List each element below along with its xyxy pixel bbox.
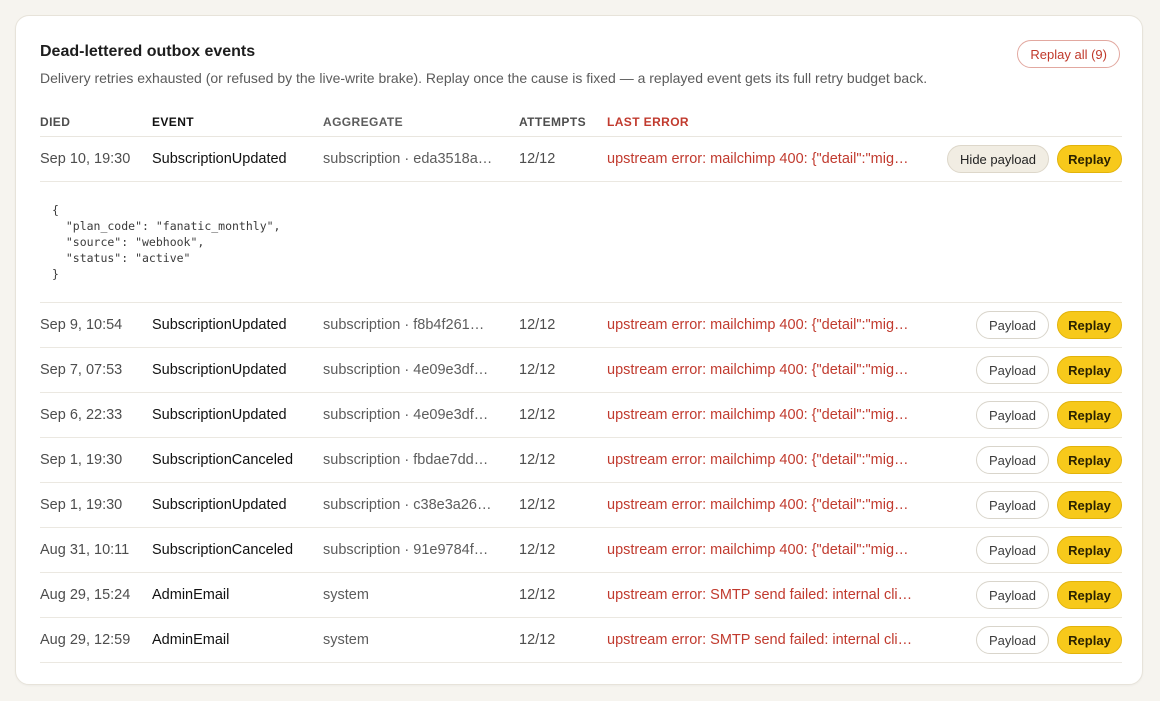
- aggregate-cell: subscription · fbdae7dd…: [323, 452, 489, 468]
- event-cell: SubscriptionUpdated: [152, 317, 287, 333]
- event-cell: SubscriptionUpdated: [152, 407, 287, 423]
- died-cell: Sep 1, 19:30: [40, 452, 123, 468]
- replay-all-button[interactable]: Replay all (9): [1017, 40, 1120, 68]
- payload-button[interactable]: Payload: [976, 536, 1049, 564]
- row-actions: Payload Replay: [927, 311, 1122, 339]
- column-attempts: ATTEMPTS: [519, 115, 586, 129]
- attempts-cell: 12/12: [519, 542, 556, 558]
- event-cell: SubscriptionUpdated: [152, 362, 287, 378]
- replay-button[interactable]: Replay: [1057, 401, 1122, 429]
- row-actions: Payload Replay: [927, 536, 1122, 564]
- last-error-cell: upstream error: mailchimp 400: {"detail"…: [607, 407, 909, 423]
- row-actions: Payload Replay: [927, 356, 1122, 384]
- replay-button[interactable]: Replay: [1057, 356, 1122, 384]
- row-actions: Payload Replay: [927, 581, 1122, 609]
- last-error-cell: upstream error: mailchimp 400: {"detail"…: [607, 362, 909, 378]
- attempts-cell: 12/12: [519, 362, 556, 378]
- event-cell: AdminEmail: [152, 587, 230, 603]
- payload-button[interactable]: Payload: [976, 311, 1049, 339]
- table-header: DIED EVENT AGGREGATE ATTEMPTS LAST ERROR: [40, 108, 1122, 137]
- table-row: Sep 6, 22:33 SubscriptionUpdated subscri…: [40, 393, 1122, 438]
- table-row: Aug 31, 10:11 SubscriptionCanceled subsc…: [40, 528, 1122, 573]
- table-row: Sep 9, 10:54 SubscriptionUpdated subscri…: [40, 303, 1122, 348]
- died-cell: Sep 10, 19:30: [40, 151, 131, 167]
- replay-button[interactable]: Replay: [1057, 536, 1122, 564]
- last-error-cell: upstream error: mailchimp 400: {"detail"…: [607, 497, 909, 513]
- payload-button[interactable]: Payload: [976, 356, 1049, 384]
- attempts-cell: 12/12: [519, 452, 556, 468]
- attempts-cell: 12/12: [519, 497, 556, 513]
- attempts-cell: 12/12: [519, 407, 556, 423]
- payload-button[interactable]: Payload: [976, 581, 1049, 609]
- card-subtitle: Delivery retries exhausted (or refused b…: [40, 70, 928, 86]
- last-error-cell: upstream error: mailchimp 400: {"detail"…: [607, 452, 909, 468]
- column-event: EVENT: [152, 115, 195, 129]
- event-cell: AdminEmail: [152, 632, 230, 648]
- column-died: DIED: [40, 115, 71, 129]
- aggregate-cell: subscription · f8b4f261…: [323, 317, 485, 333]
- replay-button[interactable]: Replay: [1057, 581, 1122, 609]
- replay-button[interactable]: Replay: [1057, 491, 1122, 519]
- died-cell: Sep 6, 22:33: [40, 407, 123, 423]
- died-cell: Sep 9, 10:54: [40, 317, 123, 333]
- attempts-cell: 12/12: [519, 317, 556, 333]
- attempts-cell: 12/12: [519, 632, 556, 648]
- aggregate-cell: subscription · 4e09e3df…: [323, 362, 489, 378]
- payload-button[interactable]: Payload: [976, 491, 1049, 519]
- row-actions: Payload Replay: [927, 446, 1122, 474]
- attempts-cell: 12/12: [519, 587, 556, 603]
- event-cell: SubscriptionUpdated: [152, 497, 287, 513]
- row-actions: Payload Replay: [927, 626, 1122, 654]
- last-error-cell: upstream error: SMTP send failed: intern…: [607, 632, 913, 648]
- event-cell: SubscriptionCanceled: [152, 542, 294, 558]
- payload-button[interactable]: Payload: [976, 626, 1049, 654]
- attempts-cell: 12/12: [519, 151, 556, 167]
- payload-button[interactable]: Payload: [976, 446, 1049, 474]
- aggregate-cell: system: [323, 587, 369, 603]
- last-error-cell: upstream error: mailchimp 400: {"detail"…: [607, 542, 909, 558]
- event-cell: SubscriptionCanceled: [152, 452, 294, 468]
- died-cell: Aug 29, 15:24: [40, 587, 131, 603]
- replay-button[interactable]: Replay: [1057, 145, 1122, 173]
- last-error-cell: upstream error: mailchimp 400: {"detail"…: [607, 317, 909, 333]
- event-cell: SubscriptionUpdated: [152, 151, 287, 167]
- table-row: Sep 7, 07:53 SubscriptionUpdated subscri…: [40, 348, 1122, 393]
- aggregate-cell: system: [323, 632, 369, 648]
- table-row: Sep 1, 19:30 SubscriptionUpdated subscri…: [40, 483, 1122, 528]
- payload-panel: { "plan_code": "fanatic_monthly", "sourc…: [40, 182, 1122, 303]
- replay-button[interactable]: Replay: [1057, 446, 1122, 474]
- payload-button[interactable]: Payload: [976, 401, 1049, 429]
- dead-letter-card: Dead-lettered outbox events Delivery ret…: [15, 15, 1143, 685]
- payload-json: { "plan_code": "fanatic_monthly", "sourc…: [52, 203, 281, 281]
- row-actions: Payload Replay: [927, 491, 1122, 519]
- aggregate-cell: subscription · 4e09e3df…: [323, 407, 489, 423]
- table-row: Sep 10, 19:30 SubscriptionUpdated subscr…: [40, 137, 1122, 182]
- replay-button[interactable]: Replay: [1057, 311, 1122, 339]
- last-error-cell: upstream error: SMTP send failed: intern…: [607, 587, 913, 603]
- table-row: Aug 29, 12:59 AdminEmail system 12/12 up…: [40, 618, 1122, 663]
- died-cell: Sep 1, 19:30: [40, 497, 123, 513]
- replay-button[interactable]: Replay: [1057, 626, 1122, 654]
- hide-payload-button[interactable]: Hide payload: [947, 145, 1049, 173]
- events-table: DIED EVENT AGGREGATE ATTEMPTS LAST ERROR…: [40, 108, 1122, 663]
- aggregate-cell: subscription · eda3518a…: [323, 151, 493, 167]
- card-title: Dead-lettered outbox events: [40, 43, 256, 60]
- row-actions: Payload Replay: [927, 401, 1122, 429]
- aggregate-cell: subscription · c38e3a26…: [323, 497, 492, 513]
- died-cell: Aug 31, 10:11: [40, 542, 130, 558]
- aggregate-cell: subscription · 91e9784f…: [323, 542, 489, 558]
- column-aggregate: AGGREGATE: [323, 115, 404, 129]
- table-row: Sep 1, 19:30 SubscriptionCanceled subscr…: [40, 438, 1122, 483]
- last-error-cell: upstream error: mailchimp 400: {"detail"…: [607, 151, 909, 167]
- table-row: Aug 29, 15:24 AdminEmail system 12/12 up…: [40, 573, 1122, 618]
- died-cell: Sep 7, 07:53: [40, 362, 123, 378]
- column-last-error: LAST ERROR: [607, 115, 689, 129]
- row-actions: Hide payload Replay: [927, 145, 1122, 173]
- died-cell: Aug 29, 12:59: [40, 632, 131, 648]
